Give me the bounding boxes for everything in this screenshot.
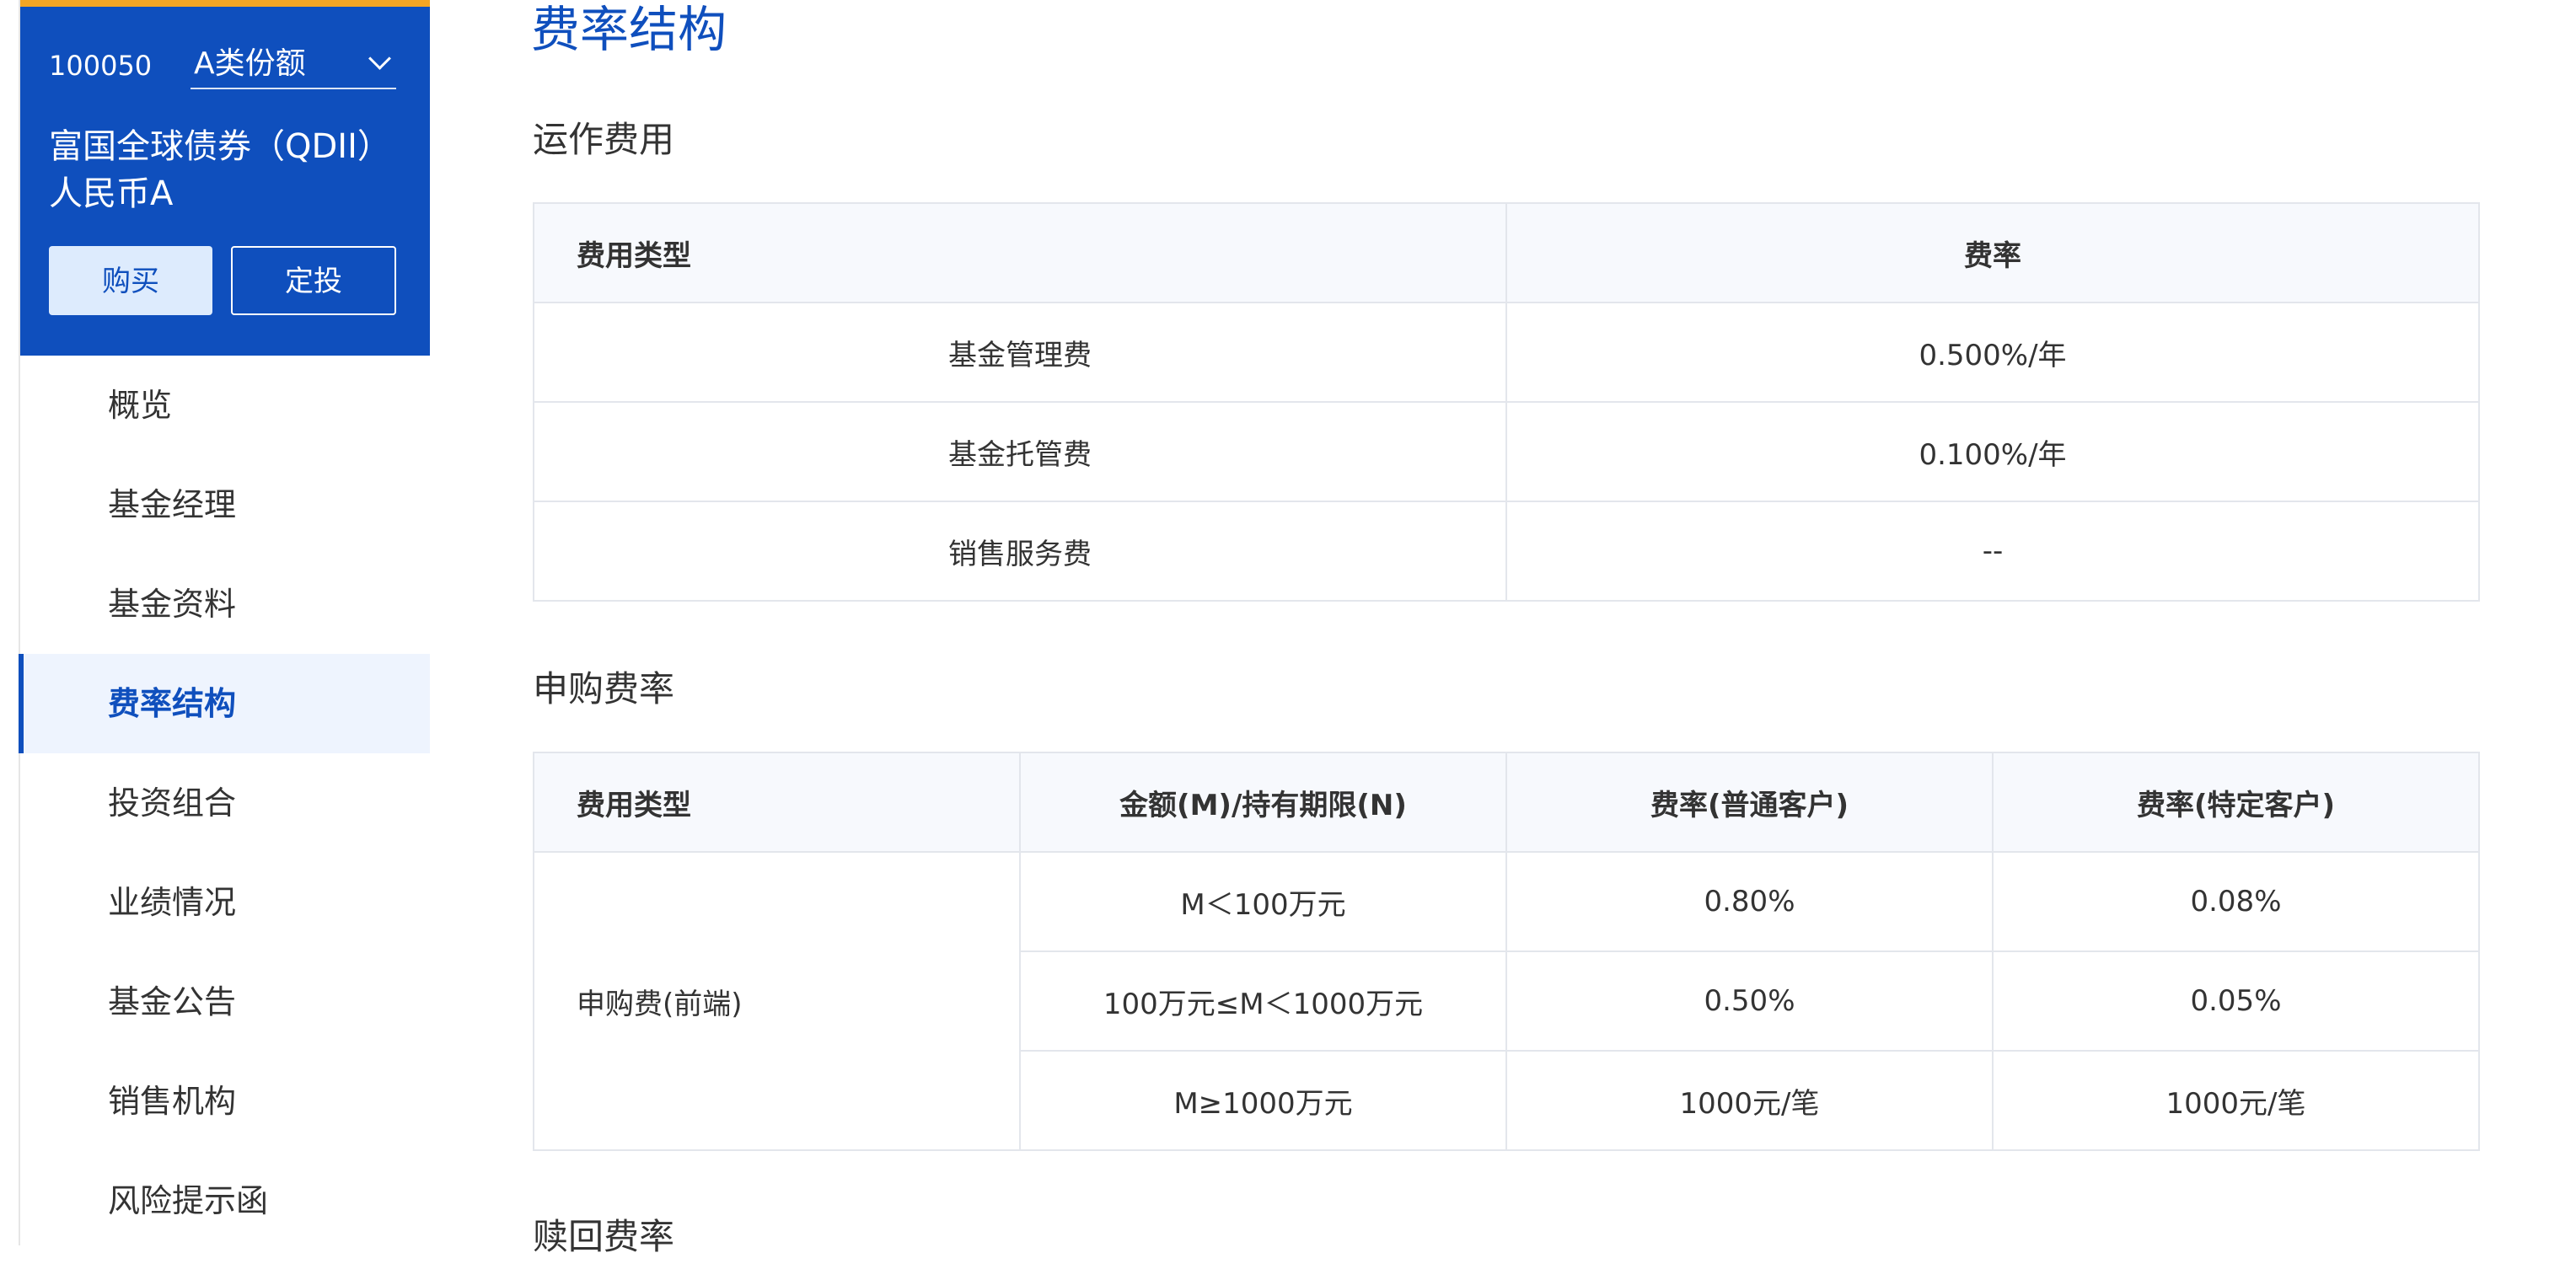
operation-fees-title: 运作费用 — [533, 119, 675, 160]
fee-type-cell: 基金托管费 — [533, 401, 1507, 502]
fee-rate-cell: 0.500%/年 — [1505, 302, 2480, 403]
table-header-row: 费用类型 金额(M)/持有期限(N) 费率(普通客户) 费率(特定客户) — [533, 752, 2480, 853]
special-rate-cell: 0.08% — [1992, 851, 2480, 952]
special-rate-cell: 0.05% — [1992, 950, 2480, 1052]
column-header: 费率 — [1505, 202, 2480, 303]
fund-detail-page: 100050 A类份额 富国全球债券（QDII）人民币A 购买 定投 概览 基金… — [0, 0, 2576, 1269]
sidebar: 100050 A类份额 富国全球债券（QDII）人民币A 购买 定投 概览 基金… — [19, 0, 430, 1245]
column-header: 费用类型 — [533, 752, 1021, 853]
share-class-label: A类份额 — [194, 46, 306, 81]
buy-button[interactable]: 购买 — [49, 246, 212, 315]
subscription-fees-table: 费用类型 金额(M)/持有期限(N) 费率(普通客户) 费率(特定客户) 申购费… — [533, 752, 2480, 1151]
plan-button[interactable]: 定投 — [231, 246, 396, 315]
sidebar-nav: 概览 基金经理 基金资料 费率结构 投资组合 业绩情况 基金公告 销售机构 风险… — [19, 356, 430, 1250]
subscription-fees-title: 申购费率 — [533, 668, 675, 709]
sidebar-item-overview[interactable]: 概览 — [20, 356, 430, 455]
amount-range-cell: 100万元≤M＜1000万元 — [1019, 950, 1507, 1052]
share-class-select[interactable]: A类份额 — [191, 40, 396, 89]
sidebar-item-sales-agencies[interactable]: 销售机构 — [20, 1052, 430, 1151]
table-row: 基金托管费 0.100%/年 — [533, 401, 2480, 502]
operation-fees-table: 费用类型 费率 基金管理费 0.500%/年 基金托管费 0.100%/年 销售… — [533, 202, 2480, 602]
table-header-row: 费用类型 费率 — [533, 202, 2480, 303]
column-header: 金额(M)/持有期限(N) — [1019, 752, 1507, 853]
sidebar-item-fund-manager[interactable]: 基金经理 — [20, 455, 430, 554]
sidebar-item-portfolio[interactable]: 投资组合 — [20, 753, 430, 853]
table-row: 销售服务费 -- — [533, 501, 2480, 602]
sidebar-item-fee-structure[interactable]: 费率结构 — [19, 654, 430, 753]
table-row: 基金管理费 0.500%/年 — [533, 302, 2480, 403]
fund-code: 100050 — [49, 50, 153, 82]
fee-rate-cell: -- — [1505, 501, 2480, 602]
fee-type-cell: 基金管理费 — [533, 302, 1507, 403]
sidebar-item-performance[interactable]: 业绩情况 — [20, 853, 430, 952]
accent-bar — [20, 0, 430, 7]
amount-range-cell: M≥1000万元 — [1019, 1050, 1507, 1151]
normal-rate-cell: 1000元/笔 — [1505, 1050, 1994, 1151]
fee-rate-cell: 0.100%/年 — [1505, 401, 2480, 502]
sidebar-item-fund-info[interactable]: 基金资料 — [20, 554, 430, 654]
fee-type-cell: 销售服务费 — [533, 501, 1507, 602]
fund-card: 100050 A类份额 富国全球债券（QDII）人民币A 购买 定投 — [20, 0, 430, 356]
column-header: 费用类型 — [533, 202, 1507, 303]
fund-name: 富国全球债券（QDII）人民币A — [49, 127, 391, 213]
redemption-fees-title: 赎回费率 — [533, 1216, 675, 1257]
column-header: 费率(特定客户) — [1992, 752, 2480, 853]
normal-rate-cell: 0.50% — [1505, 950, 1994, 1052]
normal-rate-cell: 0.80% — [1505, 851, 1994, 952]
sidebar-item-announcements[interactable]: 基金公告 — [20, 952, 430, 1052]
fee-type-cell: 申购费(前端) — [533, 851, 1021, 1151]
column-header: 费率(普通客户) — [1505, 752, 1994, 853]
special-rate-cell: 1000元/笔 — [1992, 1050, 2480, 1151]
amount-range-cell: M＜100万元 — [1019, 851, 1507, 952]
page-title: 费率结构 — [531, 1, 727, 58]
chevron-down-icon — [368, 47, 391, 70]
table-row: 申购费(前端) M＜100万元 0.80% 0.08% — [533, 851, 2480, 1151]
sidebar-item-risk-notice[interactable]: 风险提示函 — [20, 1151, 430, 1250]
